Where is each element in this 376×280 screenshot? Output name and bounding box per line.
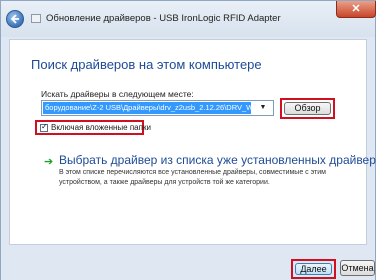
window-title: Обновление драйверов - USB IronLogic RFI…: [46, 13, 281, 24]
next-highlight: Далее: [291, 259, 336, 279]
include-subfolders-highlight: ✓ Включая вложенные папки: [35, 120, 151, 135]
checkmark-icon: ✓: [41, 122, 48, 131]
include-subfolders-label[interactable]: Включая вложенные папки: [51, 123, 151, 132]
green-arrow-icon: ➔: [44, 156, 54, 168]
title-bar: Обновление драйверов - USB IronLogic RFI…: [1, 1, 376, 37]
close-icon: ✕: [351, 3, 361, 15]
browse-highlight: Обзор: [280, 98, 335, 119]
close-button[interactable]: ✕: [336, 1, 376, 18]
next-button[interactable]: Далее: [295, 263, 332, 275]
path-combobox[interactable]: борудование\Z-2 USB\Драйверы\drv_z2usb_2…: [41, 100, 274, 116]
cancel-button[interactable]: Отмена: [340, 260, 375, 276]
pick-desc-line-2: устройством, а также драйверы для устрой…: [59, 178, 270, 186]
include-subfolders-checkbox[interactable]: ✓: [40, 122, 48, 132]
path-input[interactable]: борудование\Z-2 USB\Драйверы\drv_z2usb_2…: [43, 102, 251, 114]
driver-update-window: Обновление драйверов - USB IronLogic RFI…: [0, 0, 376, 280]
search-location-label: Искать драйверы в следующем месте:: [41, 89, 194, 99]
window-app-icon: [31, 14, 41, 23]
pick-desc-line-1: В этом списке перечисляются все установл…: [59, 169, 326, 176]
back-button[interactable]: [6, 10, 24, 28]
back-arrow-icon: [10, 14, 19, 24]
browse-button[interactable]: Обзор: [284, 102, 331, 115]
chevron-down-icon[interactable]: ▼: [254, 102, 272, 114]
page-title: Поиск драйверов на этом компьютере: [31, 57, 262, 72]
pick-from-list-link[interactable]: Выбрать драйвер из списка уже установлен…: [59, 153, 376, 167]
pick-from-list-description: В этом списке перечисляются все установл…: [59, 168, 326, 187]
